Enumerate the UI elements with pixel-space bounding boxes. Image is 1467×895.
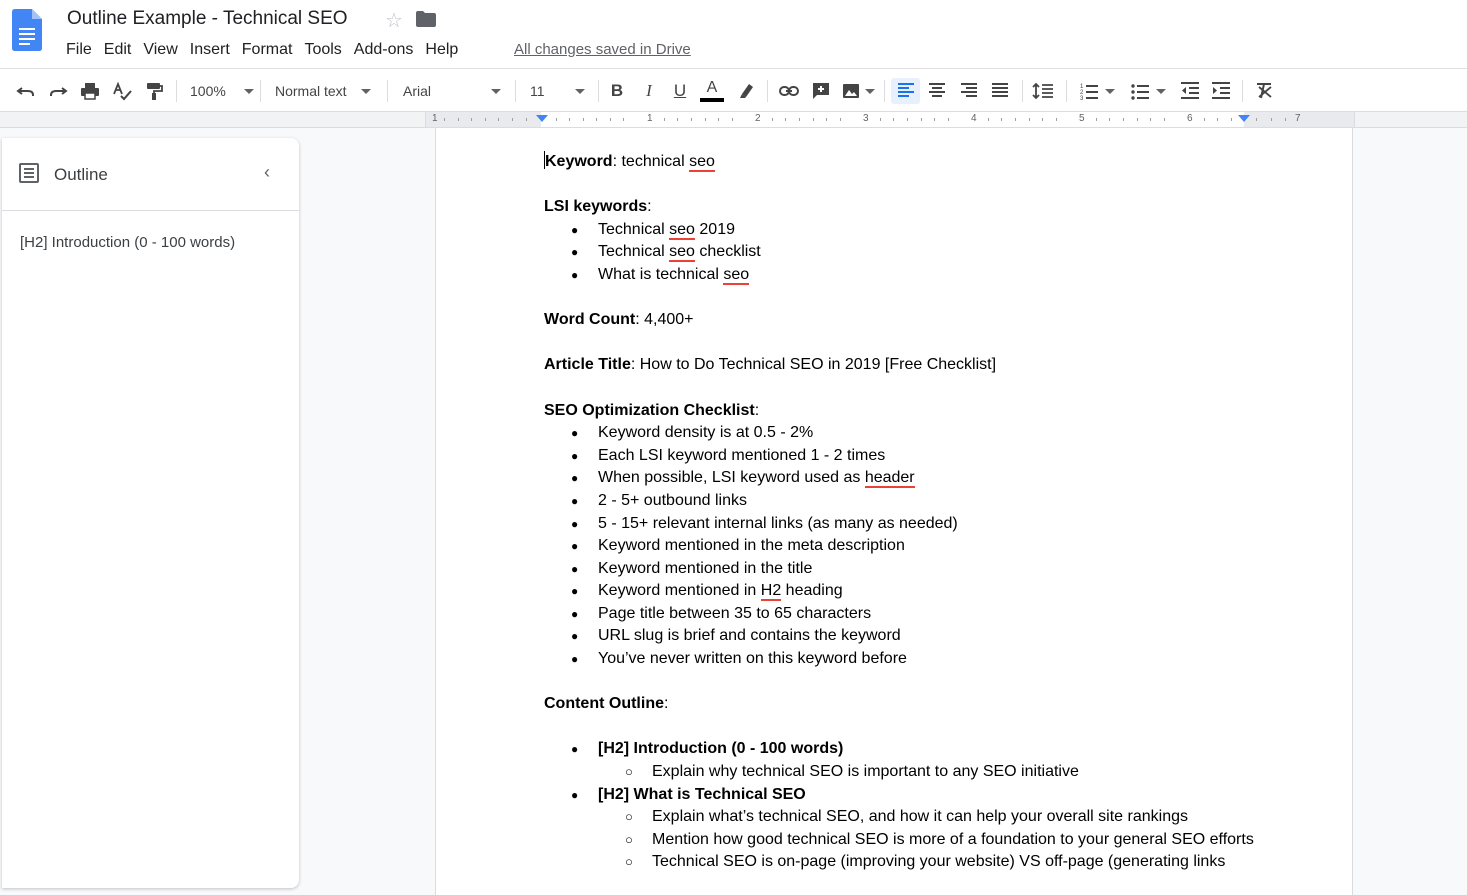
menu-add-ons[interactable]: Add-ons [348,39,420,61]
lsi-list: Technical seo 2019 Technical seo checkli… [544,219,1254,287]
bulleted-list-icon[interactable] [1125,78,1171,104]
list-item: Keyword mentioned in H2 heading [571,580,1254,603]
paint-format-icon[interactable] [140,78,168,104]
outline-panel: Outline ‹ [H2] Introduction (0 - 100 wor… [2,138,299,888]
zoom-select[interactable]: 100% [190,78,254,104]
justify-icon[interactable] [986,78,1014,104]
title-bar: Outline Example - Technical SEO ☆ File E… [0,0,1467,68]
content-outline-heading: Content Outline: [544,695,669,713]
print-icon[interactable] [76,78,104,104]
document-title[interactable]: Outline Example - Technical SEO [67,8,348,30]
star-icon[interactable]: ☆ [385,8,403,33]
bold-icon[interactable]: B [604,78,630,104]
list-item: Technical seo checklist [571,241,1254,264]
list-item: Mention how good technical SEO is more o… [625,829,1272,852]
italic-icon[interactable]: I [636,78,662,104]
decrease-indent-icon[interactable] [1176,78,1204,104]
list-item: Keyword density is at 0.5 - 2% [571,422,1254,445]
list-item: Keyword mentioned in the title [571,558,1254,581]
align-right-icon[interactable] [955,78,983,104]
list-item: Explain what’s technical SEO, and how it… [625,806,1254,829]
list-item: URL slug is brief and contains the keywo… [571,625,1254,648]
checklist-heading: SEO Optimization Checklist: [544,401,760,419]
menu-insert[interactable]: Insert [184,39,236,61]
list-item: Each LSI keyword mentioned 1 - 2 times [571,445,1254,468]
link-icon[interactable] [775,78,803,104]
image-icon[interactable] [838,78,878,104]
list-item: 2 - 5+ outbound links [571,490,1254,513]
outline-icon [19,163,39,183]
list-item: 5 - 15+ relevant internal links (as many… [571,513,1254,536]
increase-indent-icon[interactable] [1207,78,1235,104]
align-left-icon[interactable] [891,78,920,104]
document-page[interactable]: Keyword: technical seo LSI keywords: Tec… [435,128,1353,895]
spellcheck-icon[interactable] [108,78,136,104]
docs-logo-icon[interactable] [12,9,42,51]
list-item: You’ve never written on this keyword bef… [571,648,1254,671]
chevron-left-icon[interactable]: ‹ [264,162,270,183]
left-indent-marker[interactable] [536,115,548,122]
checklist: Keyword density is at 0.5 - 2% Each LSI … [544,422,1254,671]
redo-icon[interactable] [44,78,72,104]
list-item: Technical SEO is on-page (improving your… [625,851,1254,874]
article-title-line: Article Title: How to Do Technical SEO i… [544,356,997,374]
list-item: [H2] Introduction (0 - 100 words) Explai… [571,738,1254,784]
ruler: 1 1 2 3 4 5 6 7 [0,112,1467,128]
comment-icon[interactable] [807,78,835,104]
line-spacing-icon[interactable] [1029,78,1057,104]
list-item: Keyword mentioned in the meta descriptio… [571,535,1254,558]
toolbar: 100% Normal text Arial 11 B I U A 1 2 3 [0,68,1467,112]
keyword-line: Keyword: technical seo [544,151,715,172]
list-item: Explain why technical SEO is important t… [625,761,1254,784]
menu-edit[interactable]: Edit [98,39,138,61]
text-color-icon[interactable]: A [699,78,725,104]
menu-view[interactable]: View [137,39,183,61]
list-item: Technical seo 2019 [571,219,1254,242]
font-size-select[interactable]: 11 [530,78,588,104]
word-count-line: Word Count: 4,400+ [544,311,694,329]
underline-icon[interactable]: U [667,78,693,104]
list-item: What is technical seo [571,264,1254,287]
menu-tools[interactable]: Tools [298,39,347,61]
folder-icon[interactable] [416,11,436,27]
align-center-icon[interactable] [923,78,951,104]
menu-format[interactable]: Format [236,39,299,61]
menu-help[interactable]: Help [419,39,464,61]
menu-bar: File Edit View Insert Format Tools Add-o… [60,39,464,61]
font-family-select[interactable]: Arial [403,78,503,104]
svg-text:3: 3 [1080,96,1084,101]
menu-file[interactable]: File [60,39,98,61]
lsi-heading: LSI keywords: [544,198,652,216]
outline-title: Outline [54,165,108,184]
list-item: When possible, LSI keyword used as heade… [571,467,1254,490]
clear-formatting-icon[interactable] [1250,78,1278,104]
outline-item[interactable]: [H2] Introduction (0 - 100 words) [20,234,235,251]
paragraph-style-select[interactable]: Normal text [275,78,375,104]
highlight-icon[interactable] [733,78,759,104]
document-body[interactable]: Keyword: technical seo LSI keywords: Tec… [544,151,1254,874]
right-indent-marker[interactable] [1238,115,1250,122]
save-status-link[interactable]: All changes saved in Drive [514,41,691,58]
content-outline-list: [H2] Introduction (0 - 100 words) Explai… [544,738,1254,874]
list-item: Page title between 35 to 65 characters [571,603,1254,626]
numbered-list-icon[interactable]: 123 [1074,78,1120,104]
undo-icon[interactable] [12,78,40,104]
list-item: [H2] What is Technical SEO Explain what’… [571,784,1254,874]
